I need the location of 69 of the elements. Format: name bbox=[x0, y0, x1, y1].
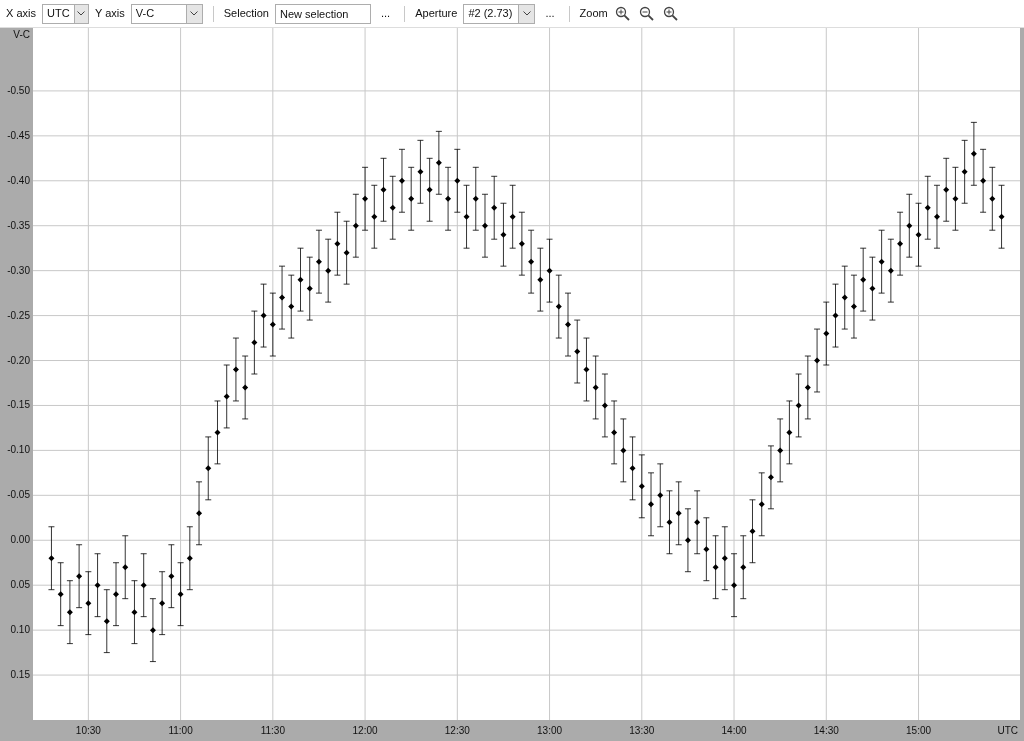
zoom-fit-icon[interactable] bbox=[613, 4, 632, 23]
chevron-down-icon bbox=[518, 4, 535, 23]
chevron-down-icon bbox=[73, 4, 88, 23]
more-button[interactable]: ... bbox=[377, 5, 395, 22]
y-tick-label: -0.15 bbox=[7, 399, 30, 411]
data-point bbox=[334, 211, 341, 276]
data-point bbox=[417, 139, 424, 204]
zoom-in-icon[interactable] bbox=[661, 4, 680, 23]
y-tick-label: 0.05 bbox=[10, 579, 30, 591]
x-tick-label: 14:00 bbox=[721, 725, 747, 736]
y-tick-label: -0.20 bbox=[7, 354, 30, 366]
data-point bbox=[998, 184, 1005, 249]
data-point bbox=[380, 157, 387, 222]
data-point bbox=[48, 526, 55, 591]
y-tick-label: -0.05 bbox=[7, 489, 30, 501]
selection-field[interactable]: New selection bbox=[275, 3, 371, 24]
data-point bbox=[260, 283, 267, 348]
dropdown[interactable]: V-C bbox=[130, 3, 203, 24]
toolbar-label: Y axis bbox=[94, 6, 125, 22]
toolbar-label: Selection bbox=[223, 6, 269, 22]
data-point bbox=[177, 562, 184, 627]
data-point bbox=[131, 580, 138, 644]
data-point bbox=[795, 373, 802, 438]
dropdown[interactable]: UTC bbox=[41, 3, 89, 24]
toolbar-label: Aperture bbox=[415, 6, 458, 22]
data-point bbox=[712, 535, 719, 600]
data-point bbox=[786, 400, 793, 465]
y-tick-label: -0.35 bbox=[7, 219, 30, 231]
x-tick-label: 12:00 bbox=[352, 725, 378, 736]
x-tick-label: 11:00 bbox=[168, 725, 193, 736]
y-tick-label: 0.10 bbox=[10, 624, 30, 636]
x-tick-label: 12:30 bbox=[444, 725, 470, 736]
x-tick-label: 13:30 bbox=[629, 725, 655, 736]
y-tick-label: -0.50 bbox=[7, 84, 30, 96]
x-tick-label: 14:30 bbox=[813, 725, 839, 736]
data-point bbox=[952, 166, 959, 231]
data-point bbox=[749, 499, 756, 564]
y-tick-label: 0.15 bbox=[10, 669, 30, 681]
y-tick-label: -0.25 bbox=[7, 309, 30, 321]
x-tick-label: 11:30 bbox=[260, 725, 285, 736]
chevron-down-icon bbox=[185, 4, 202, 23]
y-axis-label: V-C bbox=[13, 29, 30, 40]
x-tick-label: 10:30 bbox=[75, 725, 101, 736]
y-tick-label: -0.30 bbox=[7, 264, 30, 276]
dropdown[interactable]: #2 (2.73) bbox=[463, 3, 536, 24]
more-button[interactable]: ... bbox=[541, 5, 559, 22]
toolbar-label: X axis bbox=[6, 6, 36, 22]
data-point bbox=[832, 283, 839, 348]
data-point bbox=[666, 490, 673, 555]
data-point bbox=[546, 238, 553, 303]
data-point bbox=[297, 247, 304, 312]
toolbar-label: Zoom bbox=[579, 6, 608, 22]
x-tick-label: 15:00 bbox=[906, 725, 932, 736]
data-point bbox=[251, 310, 258, 375]
y-tick-label: -0.10 bbox=[7, 444, 30, 456]
data-point bbox=[869, 256, 876, 321]
y-tick-label: -0.45 bbox=[7, 129, 30, 141]
data-point bbox=[629, 436, 636, 501]
data-point bbox=[463, 184, 470, 249]
y-tick-label: -0.40 bbox=[7, 174, 30, 186]
x-axis-label: UTC bbox=[997, 725, 1018, 736]
data-point bbox=[915, 202, 922, 267]
data-point bbox=[214, 400, 221, 465]
data-point bbox=[94, 553, 101, 618]
data-point bbox=[500, 202, 507, 267]
data-point bbox=[583, 337, 590, 402]
x-tick-label: 13:00 bbox=[537, 725, 563, 736]
y-tick-label: 0.00 bbox=[10, 534, 30, 546]
zoom-out-icon[interactable] bbox=[637, 4, 656, 23]
